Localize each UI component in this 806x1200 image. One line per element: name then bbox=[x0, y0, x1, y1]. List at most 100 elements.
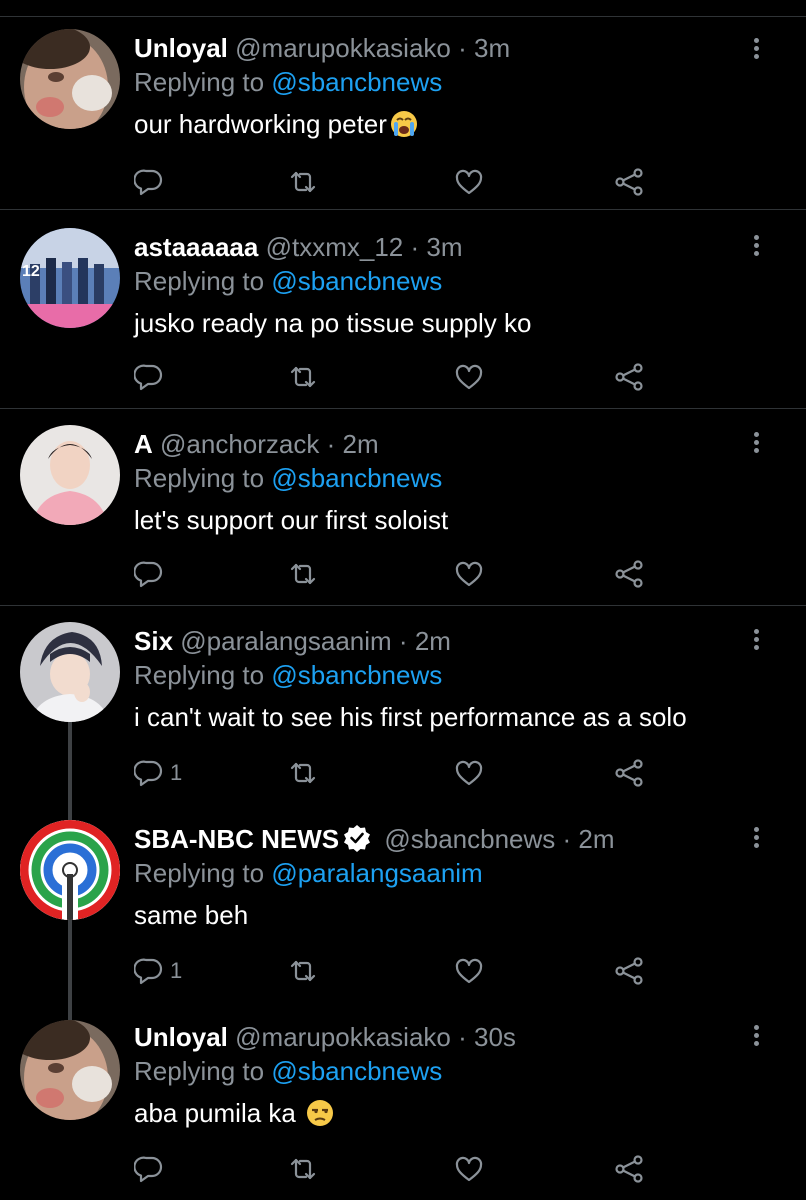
reply-button[interactable]: 1 bbox=[134, 756, 182, 790]
timestamp[interactable]: 30s bbox=[474, 1022, 516, 1052]
share-button[interactable] bbox=[614, 557, 644, 591]
replying-label: Replying to bbox=[134, 266, 265, 296]
separator-dot: · bbox=[458, 1022, 467, 1052]
share-icon bbox=[615, 759, 643, 787]
replying-label: Replying to bbox=[134, 858, 265, 888]
like-button[interactable] bbox=[454, 557, 484, 591]
reply-button[interactable] bbox=[134, 360, 170, 394]
more-icon[interactable] bbox=[746, 232, 766, 266]
more-icon[interactable] bbox=[746, 626, 766, 660]
retweet-button[interactable] bbox=[288, 1152, 318, 1186]
user-handle[interactable]: @paralangsaanim bbox=[180, 626, 391, 656]
reply-icon bbox=[134, 1156, 163, 1183]
more-icon[interactable] bbox=[746, 35, 766, 69]
share-icon bbox=[615, 957, 643, 985]
tweet[interactable]: SBA-NBC NEWS @sbancbnews · 2m Replying t… bbox=[0, 804, 806, 1002]
avatar[interactable] bbox=[20, 622, 120, 722]
timestamp[interactable]: 3m bbox=[426, 232, 462, 262]
replying-to-handle[interactable]: @sbancbnews bbox=[271, 67, 442, 97]
verified-icon bbox=[344, 825, 371, 852]
replying-to: Replying to @sbancbnews bbox=[134, 461, 734, 495]
reply-button[interactable]: 1 bbox=[134, 954, 182, 988]
user-handle[interactable]: @sbancbnews bbox=[384, 824, 555, 854]
retweet-icon bbox=[290, 1158, 316, 1180]
reply-count: 1 bbox=[170, 760, 183, 785]
tweet-actions bbox=[134, 360, 654, 394]
retweet-button[interactable] bbox=[288, 360, 318, 394]
reply-button[interactable] bbox=[134, 165, 170, 199]
tweet-text: let's support our first soloist bbox=[134, 505, 449, 535]
replying-to-handle[interactable]: @sbancbnews bbox=[271, 266, 442, 296]
tweet[interactable]: Unloyal @marupokkasiako · 3m Replying to… bbox=[0, 17, 806, 210]
replying-to: Replying to @sbancbnews bbox=[134, 1054, 734, 1088]
share-button[interactable] bbox=[614, 165, 644, 199]
display-name[interactable]: astaaaaaa bbox=[134, 232, 258, 262]
replying-label: Replying to bbox=[134, 67, 265, 97]
retweet-button[interactable] bbox=[288, 756, 318, 790]
user-handle[interactable]: @txxmx_12 bbox=[266, 232, 404, 262]
share-button[interactable] bbox=[614, 954, 644, 988]
unamused-face-icon bbox=[307, 1100, 334, 1126]
tweet[interactable]: 12 astaaaaaa @txxmx_12 · 3m Replying to … bbox=[0, 210, 806, 409]
like-button[interactable] bbox=[454, 756, 484, 790]
tweet-actions bbox=[134, 1152, 654, 1186]
more-icon[interactable] bbox=[746, 824, 766, 858]
timestamp[interactable]: 2m bbox=[578, 824, 614, 854]
display-name[interactable]: A bbox=[134, 429, 153, 459]
share-button[interactable] bbox=[614, 756, 644, 790]
reply-button[interactable] bbox=[134, 557, 170, 591]
avatar[interactable] bbox=[20, 1020, 120, 1120]
replying-to: Replying to @sbancbnews bbox=[134, 264, 734, 298]
avatar[interactable] bbox=[20, 425, 120, 525]
timestamp[interactable]: 3m bbox=[474, 33, 510, 63]
user-handle[interactable]: @marupokkasiako bbox=[235, 33, 451, 63]
tweet-actions: 1 bbox=[134, 756, 654, 790]
replying-label: Replying to bbox=[134, 1056, 265, 1086]
reply-button[interactable] bbox=[134, 1152, 170, 1186]
avatar[interactable]: 12 bbox=[20, 228, 120, 328]
like-button[interactable] bbox=[454, 1152, 484, 1186]
separator-dot: · bbox=[562, 824, 572, 854]
timestamp[interactable]: 2m bbox=[343, 429, 379, 459]
tweet-actions bbox=[134, 557, 654, 591]
tweet[interactable]: Unloyal @marupokkasiako · 30s Replying t… bbox=[0, 1002, 806, 1200]
display-name[interactable]: Unloyal bbox=[134, 1022, 228, 1052]
like-icon bbox=[455, 760, 483, 786]
user-handle[interactable]: @anchorzack bbox=[160, 429, 319, 459]
share-button[interactable] bbox=[614, 1152, 644, 1186]
tweet[interactable]: Six @paralangsaanim · 2m Replying to @sb… bbox=[0, 606, 806, 804]
replying-to-handle[interactable]: @sbancbnews bbox=[271, 1056, 442, 1086]
share-button[interactable] bbox=[614, 360, 644, 394]
more-icon[interactable] bbox=[746, 429, 766, 463]
like-icon bbox=[455, 561, 483, 587]
display-name[interactable]: SBA-NBC NEWS bbox=[134, 824, 339, 854]
replying-to: Replying to @sbancbnews bbox=[134, 658, 734, 692]
separator-dot: · bbox=[458, 33, 467, 63]
reply-icon bbox=[134, 364, 163, 391]
retweet-icon bbox=[290, 563, 316, 585]
replying-to-handle[interactable]: @sbancbnews bbox=[271, 660, 442, 690]
share-icon bbox=[615, 363, 643, 391]
like-button[interactable] bbox=[454, 165, 484, 199]
display-name[interactable]: Six bbox=[134, 626, 173, 656]
retweet-button[interactable] bbox=[288, 557, 318, 591]
reply-icon bbox=[134, 760, 163, 787]
replying-to-handle[interactable]: @paralangsaanim bbox=[271, 858, 482, 888]
avatar[interactable] bbox=[20, 29, 120, 129]
replying-label: Replying to bbox=[134, 660, 265, 690]
like-button[interactable] bbox=[454, 954, 484, 988]
more-icon[interactable] bbox=[746, 1022, 766, 1056]
like-button[interactable] bbox=[454, 360, 484, 394]
avatar[interactable] bbox=[20, 820, 120, 920]
tweet-text-body: aba pumila ka bbox=[134, 1098, 296, 1128]
share-icon bbox=[615, 1155, 643, 1183]
tweet[interactable]: A @anchorzack · 2m Replying to @sbancbne… bbox=[0, 409, 806, 606]
retweet-button[interactable] bbox=[288, 165, 318, 199]
user-handle[interactable]: @marupokkasiako bbox=[235, 1022, 451, 1052]
replying-to-handle[interactable]: @sbancbnews bbox=[271, 463, 442, 493]
separator-dot: · bbox=[326, 429, 336, 459]
display-name[interactable]: Unloyal bbox=[134, 33, 228, 63]
retweet-button[interactable] bbox=[288, 954, 318, 988]
timestamp[interactable]: 2m bbox=[415, 626, 451, 656]
share-icon bbox=[615, 168, 643, 196]
